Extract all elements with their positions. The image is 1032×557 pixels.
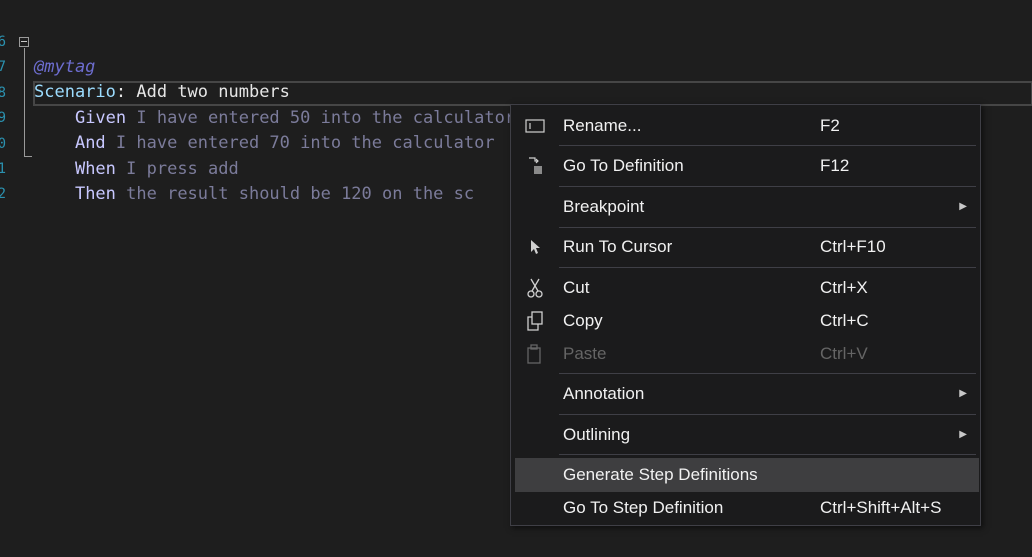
menu-separator [559,227,976,228]
menu-item-label: Breakpoint [563,197,645,216]
menu-item-shortcut: Ctrl+Shift+Alt+S [820,498,942,517]
menu-item-shortcut: Ctrl+V [820,344,868,363]
menu-item-shortcut: Ctrl+C [820,311,869,330]
menu-item-copy[interactable]: Copy Ctrl+C [515,304,979,338]
menu-item-shortcut: Ctrl+F10 [820,237,886,256]
step-text: I have entered 70 into the calculator [105,133,495,153]
menu-item-label: Cut [563,278,590,297]
menu-separator [559,145,976,146]
menu-item-run-to-cursor[interactable]: Run To Cursor Ctrl+F10 [515,230,979,264]
menu-item-shortcut: F2 [820,116,840,135]
menu-separator [559,186,976,187]
menu-item-label: Annotation [563,384,645,403]
menu-item-outlining[interactable]: Outlining ▶ [515,418,979,452]
menu-item-label: Outlining [563,425,631,444]
menu-separator [559,267,976,268]
code-line: 0 When I press add [0,107,239,179]
step-keyword: And [74,133,106,153]
menu-item-breakpoint[interactable]: Breakpoint ▶ [515,190,979,224]
line-number: 2 [0,186,6,202]
menu-item-label: Go To Definition [563,156,684,175]
step-text: I have entered 50 into the calculator [126,108,516,128]
code-line: 2 [0,157,41,202]
menu-item-label: Generate Step Definitions [563,465,758,484]
code-line: 8 Given I have entered 50 into the calcu… [0,56,515,128]
cursor-arrow-icon [523,230,547,264]
menu-item-shortcut: F12 [820,156,850,175]
code-line: 7 Scenario: Add two numbers [0,30,290,102]
submenu-arrow-icon: ▶ [959,388,967,399]
step-text: I press add [115,159,239,179]
menu-item-label: Copy [563,311,603,330]
menu-item-generate-step-definitions[interactable]: Generate Step Definitions [515,458,979,492]
menu-item-go-to-step-definition[interactable]: Go To Step Definition Ctrl+Shift+Alt+S [515,491,979,525]
submenu-arrow-icon: ▶ [959,429,967,440]
scenario-colon: : [115,82,127,102]
step-keyword: When [74,159,116,179]
step-keyword: Then [74,184,116,204]
menu-item-rename[interactable]: Rename... F2 [515,109,979,143]
scenario-keyword: Scenario [34,82,116,102]
copy-icon [523,304,547,338]
menu-separator [559,414,976,415]
menu-separator [559,373,976,374]
menu-item-label: Paste [563,344,607,363]
tag-text: @mytag [34,57,96,77]
menu-item-annotation[interactable]: Annotation ▶ [515,377,979,411]
code-line: 9 And I have entered 70 into the calcula… [0,81,495,153]
submenu-arrow-icon: ▶ [959,201,967,212]
menu-item-label: Rename... [563,116,642,135]
step-text: the result should be 120 on the sc [115,184,475,204]
code-line: 1 Then the result should be 120 on the s… [0,132,474,204]
rename-icon [523,109,547,143]
scenario-title: Add two numbers [126,82,290,102]
menu-item-shortcut: Ctrl+X [820,278,868,297]
context-menu: Rename... F2 Go To Definition F12 Breakp… [510,104,981,526]
code-line: 6 @mytag [0,5,95,77]
menu-item-label: Go To Step Definition [563,498,724,517]
scissors-icon [523,271,547,305]
step-keyword: Given [74,108,127,128]
go-to-definition-icon [523,149,547,183]
menu-separator [559,454,976,455]
menu-item-label: Run To Cursor [563,237,673,256]
paste-icon [523,337,547,371]
menu-item-go-to-definition[interactable]: Go To Definition F12 [515,149,979,183]
menu-item-cut[interactable]: Cut Ctrl+X [515,271,979,305]
menu-item-paste: Paste Ctrl+V [515,337,979,371]
